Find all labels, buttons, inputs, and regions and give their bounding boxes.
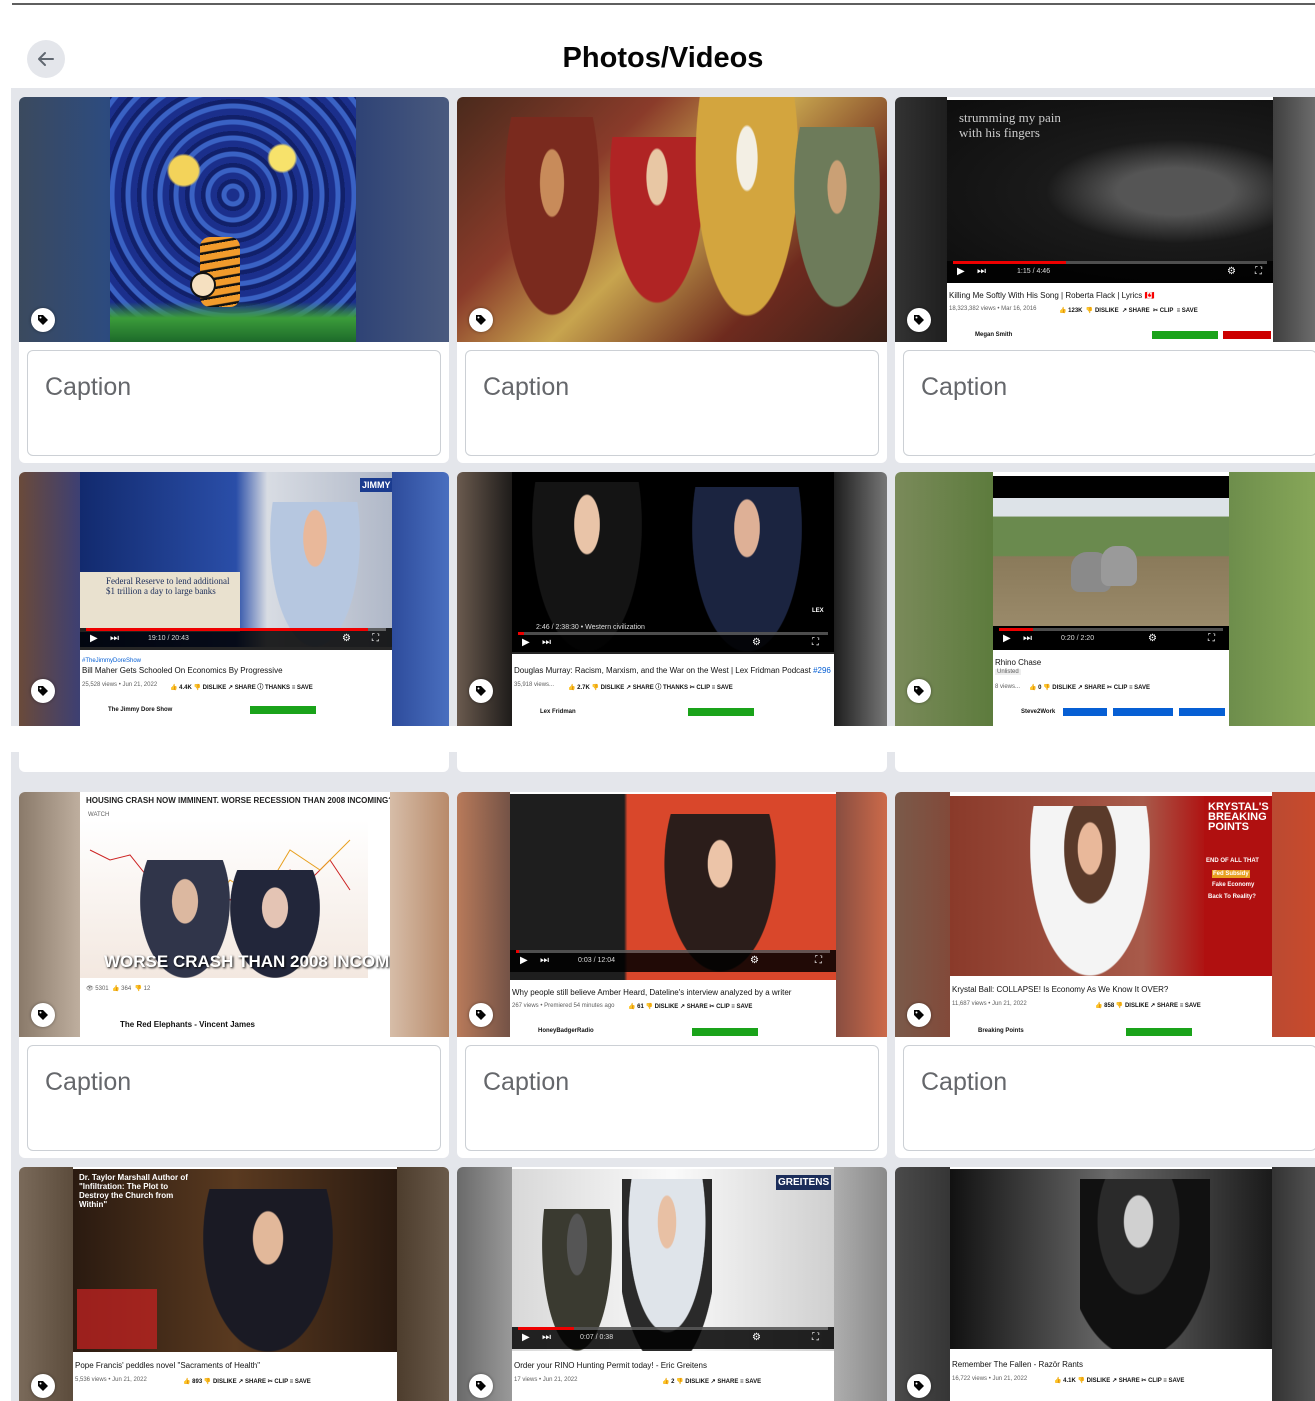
tag-icon[interactable] <box>907 308 931 332</box>
tag-icon[interactable] <box>31 679 55 703</box>
media-card: ▶ ⏭ 0:20 / 2:20 ⚙ ⛶ Rhino Chase Unlisted 8… <box>895 472 1315 726</box>
media-thumbnail[interactable]: HOUSING CRASH NOW IMMINENT. WORSE RECESS… <box>19 792 449 1037</box>
media-card: Remember The Fallen - Razör Rants 16,722… <box>895 1167 1315 1401</box>
caption-input[interactable]: Caption <box>27 350 441 456</box>
caption-input[interactable]: Caption <box>903 350 1315 456</box>
tag-icon[interactable] <box>31 1003 55 1027</box>
media-grid-top: Caption Caption strumming my pain with h… <box>11 88 1315 726</box>
media-card: LEX 2:46 / 2:38:30 • Western civilizatio… <box>457 472 887 726</box>
caption-input[interactable]: Caption <box>465 350 879 456</box>
video-actions[interactable]: 👍 2.7K 👎 DISLIKE ↗ SHARE ⓘ THANKS ✂ CLIP… <box>568 682 733 691</box>
video-actions[interactable]: 👍 4.1K 👎 DISLIKE ↗ SHARE ✂ CLIP ≡ SAVE <box>1054 1377 1184 1384</box>
page-title: Photos/Videos <box>562 42 764 74</box>
tag-icon[interactable] <box>469 1003 493 1027</box>
media-thumbnail[interactable]: Dr. Taylor Marshall Author of "Infiltrat… <box>19 1167 449 1401</box>
media-card: Federal Reserve to lend additional $1 tr… <box>19 472 449 726</box>
video-actions[interactable]: 👁 5301 👍 364 👎 12 <box>86 985 150 992</box>
video-actions[interactable]: 👍 858 👎 DISLIKE ↗ SHARE ≡ SAVE <box>1095 1002 1201 1009</box>
video-controls[interactable]: ▶ ⏭ 1:15 / 4:46 ⚙ ⛶ <box>947 261 1273 283</box>
media-thumbnail[interactable]: Remember The Fallen - Razör Rants 16,722… <box>895 1167 1315 1401</box>
video-actions[interactable]: 👍 0 👎 DISLIKE ↗ SHARE ✂ CLIP ≡ SAVE <box>1029 684 1150 691</box>
caption-input[interactable]: Caption <box>465 1045 879 1151</box>
media-thumbnail[interactable]: LEX 2:46 / 2:38:30 • Western civilizatio… <box>457 472 887 726</box>
media-thumbnail[interactable]: ▶ ⏭ 0:03 / 12:04 ⚙ ⛶ Why people still beli… <box>457 792 887 1037</box>
video-actions[interactable]: 👍 61 👎 DISLIKE ↗ SHARE ✂ CLIP ≡ SAVE <box>628 1003 752 1010</box>
media-thumbnail[interactable] <box>457 97 887 342</box>
fullscreen-icon[interactable]: ⛶ <box>1255 266 1262 277</box>
next-icon[interactable]: ⏭ <box>977 266 986 277</box>
caption-input[interactable]: Caption <box>27 1045 441 1151</box>
video-actions[interactable]: 👍 4.4K 👎 DISLIKE ↗ SHARE ⓘ THANKS ≡ SAVE <box>170 682 313 691</box>
tag-icon[interactable] <box>469 679 493 703</box>
video-controls[interactable]: ▶ ⏭ 0:20 / 2:20 ⚙ ⛶ <box>993 628 1229 650</box>
media-thumbnail[interactable]: strumming my pain with his fingers ▶ ⏭ 1… <box>895 97 1315 342</box>
media-thumbnail[interactable]: GREITENS ▶ ⏭ 0:07 / 0:38 ⚙ ⛶ Order your RI… <box>457 1167 887 1401</box>
media-grid-bottom: HOUSING CRASH NOW IMMINENT. WORSE RECESS… <box>11 752 1315 1401</box>
media-thumbnail[interactable]: KRYSTAL'S BREAKING POINTS END OF ALL THA… <box>895 792 1315 1037</box>
tag-icon[interactable] <box>907 1374 931 1398</box>
video-actions[interactable]: 👍 2 👎 DISLIKE ↗ SHARE ≡ SAVE <box>662 1378 761 1385</box>
page-header: Photos/Videos <box>11 28 1315 88</box>
video-controls[interactable]: ▶ ⏭ 0:07 / 0:38 ⚙ ⛶ <box>512 1327 834 1349</box>
tag-icon[interactable] <box>31 308 55 332</box>
scroll-seam <box>0 726 1315 752</box>
tag-icon[interactable] <box>907 1003 931 1027</box>
tag-icon[interactable] <box>31 1374 55 1398</box>
video-controls[interactable]: ▶ ⏭ ⚙ ⛶ <box>512 632 834 654</box>
tag-icon[interactable] <box>469 308 493 332</box>
photos-videos-page: Photos/Videos Caption Caption strumming … <box>0 0 1315 1401</box>
tag-icon[interactable] <box>907 679 931 703</box>
video-controls[interactable]: ▶ ⏭ 19:10 / 20:43 ⚙ ⛶ <box>80 628 392 650</box>
media-card: Dr. Taylor Marshall Author of "Infiltrat… <box>19 1167 449 1401</box>
video-actions[interactable]: 👍 123K 👎 DISLIKE ↗ SHARE ✂ CLIP ≡ SAVE <box>1059 307 1198 314</box>
caption-input[interactable]: Caption <box>903 1045 1315 1151</box>
media-card: GREITENS ▶ ⏭ 0:07 / 0:38 ⚙ ⛶ Order your RI… <box>457 1167 887 1401</box>
settings-icon[interactable]: ⚙ <box>1227 266 1236 277</box>
media-card: ▶ ⏭ 0:03 / 12:04 ⚙ ⛶ Why people still beli… <box>457 792 887 1158</box>
media-card: Caption <box>19 97 449 463</box>
media-thumbnail[interactable]: ▶ ⏭ 0:20 / 2:20 ⚙ ⛶ Rhino Chase Unlisted 8… <box>895 472 1315 726</box>
top-divider <box>12 3 1315 5</box>
media-card: KRYSTAL'S BREAKING POINTS END OF ALL THA… <box>895 792 1315 1158</box>
video-controls[interactable]: ▶ ⏭ 0:03 / 12:04 ⚙ ⛶ <box>510 950 836 972</box>
media-thumbnail[interactable]: Federal Reserve to lend additional $1 tr… <box>19 472 449 726</box>
media-card: strumming my pain with his fingers ▶ ⏭ 1… <box>895 97 1315 463</box>
media-card: Caption <box>457 97 887 463</box>
tag-icon[interactable] <box>469 1374 493 1398</box>
play-icon[interactable]: ▶ <box>957 266 965 277</box>
media-card: HOUSING CRASH NOW IMMINENT. WORSE RECESS… <box>19 792 449 1158</box>
media-thumbnail[interactable] <box>19 97 449 342</box>
video-actions[interactable]: 👍 893 👎 DISLIKE ↗ SHARE ✂ CLIP ≡ SAVE <box>183 1378 311 1385</box>
